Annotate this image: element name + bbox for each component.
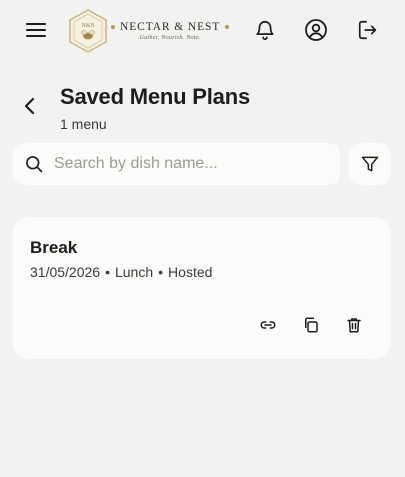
link-icon [260, 321, 276, 329]
filter-button[interactable] [349, 143, 391, 185]
menu-plan-title: Break [30, 238, 78, 257]
profile-button[interactable] [298, 12, 334, 48]
brand-name: NECTAR & NEST [120, 21, 221, 33]
menu-plan-card[interactable]: Break 31/05/2026 • Lunch • Hosted [13, 217, 391, 359]
back-button[interactable] [12, 88, 48, 124]
brand-logo[interactable]: N&N NECTAR & NEST Gather. Nourish. Note. [68, 8, 234, 54]
filter-icon [361, 156, 379, 172]
menu-plan-date: 31/05/2026 [30, 264, 101, 280]
share-link-button[interactable] [254, 311, 282, 339]
logout-icon [358, 20, 377, 40]
app-header: N&N NECTAR & NEST Gather. Nourish. Note. [0, 0, 405, 62]
trash-icon [347, 318, 361, 333]
hamburger-menu-icon [26, 23, 46, 37]
logout-button[interactable] [350, 12, 386, 48]
search-bar[interactable] [13, 143, 340, 185]
brand-dot-left [111, 25, 115, 29]
notifications-button[interactable] [247, 12, 283, 48]
page-title: Saved Menu Plans [60, 84, 250, 109]
menu-plan-type: Hosted [168, 264, 213, 280]
search-input[interactable] [54, 155, 324, 173]
chevron-left-icon [24, 97, 35, 115]
bell-icon [256, 21, 274, 40]
brand-wordmark: NECTAR & NEST Gather. Nourish. Note. [111, 21, 230, 41]
menu-button[interactable] [18, 12, 54, 48]
menu-count: 1 menu [60, 116, 107, 132]
delete-button[interactable] [340, 311, 368, 339]
duplicate-button[interactable] [297, 311, 325, 339]
brand-tagline: Gather. Nourish. Note. [139, 35, 201, 41]
brand-dot-right [225, 25, 230, 29]
meta-separator: • [158, 264, 164, 280]
search-icon [26, 156, 43, 173]
user-circle-icon [305, 19, 327, 41]
menu-plan-meta: 31/05/2026 • Lunch • Hosted [30, 264, 212, 280]
menu-plan-meal: Lunch [114, 264, 154, 280]
meta-separator: • [105, 264, 110, 280]
brand-badge-icon: N&N [69, 9, 107, 53]
brand-badge-letters: N&N [81, 23, 95, 29]
copy-icon [305, 317, 318, 333]
page-header: Saved Menu Plans 1 menu [60, 84, 250, 132]
